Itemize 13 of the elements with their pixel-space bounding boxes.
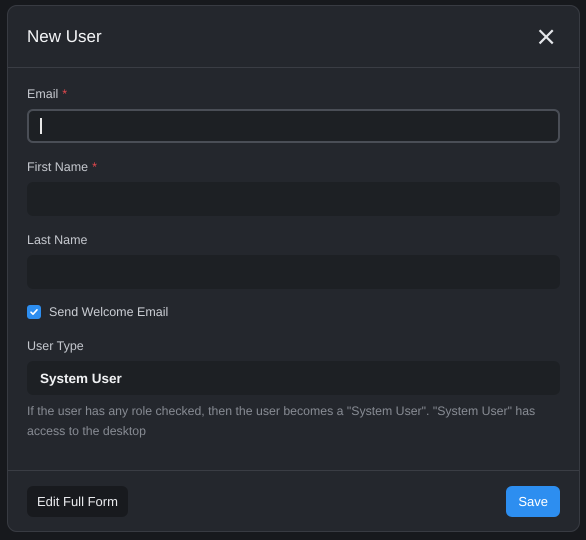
check-icon xyxy=(29,307,39,317)
close-button[interactable]: × xyxy=(533,24,559,50)
edit-form-button[interactable]: Edit Full Form xyxy=(27,486,128,516)
dialog-title: New User xyxy=(27,26,102,46)
checkbox[interactable] xyxy=(27,305,41,319)
field-label: User Type xyxy=(27,339,85,353)
checkbox-label: Send Welcome Email xyxy=(49,305,168,319)
field-label: Email * xyxy=(27,87,68,101)
help-text: If the user has any role checked, then the user becomes a "System User". "System User" has access to the desktop xyxy=(27,403,536,440)
field-label: First Name * xyxy=(27,160,98,174)
select-field[interactable]: System User xyxy=(27,361,560,395)
field-label: Last Name xyxy=(27,233,88,247)
input-field[interactable] xyxy=(27,109,560,143)
